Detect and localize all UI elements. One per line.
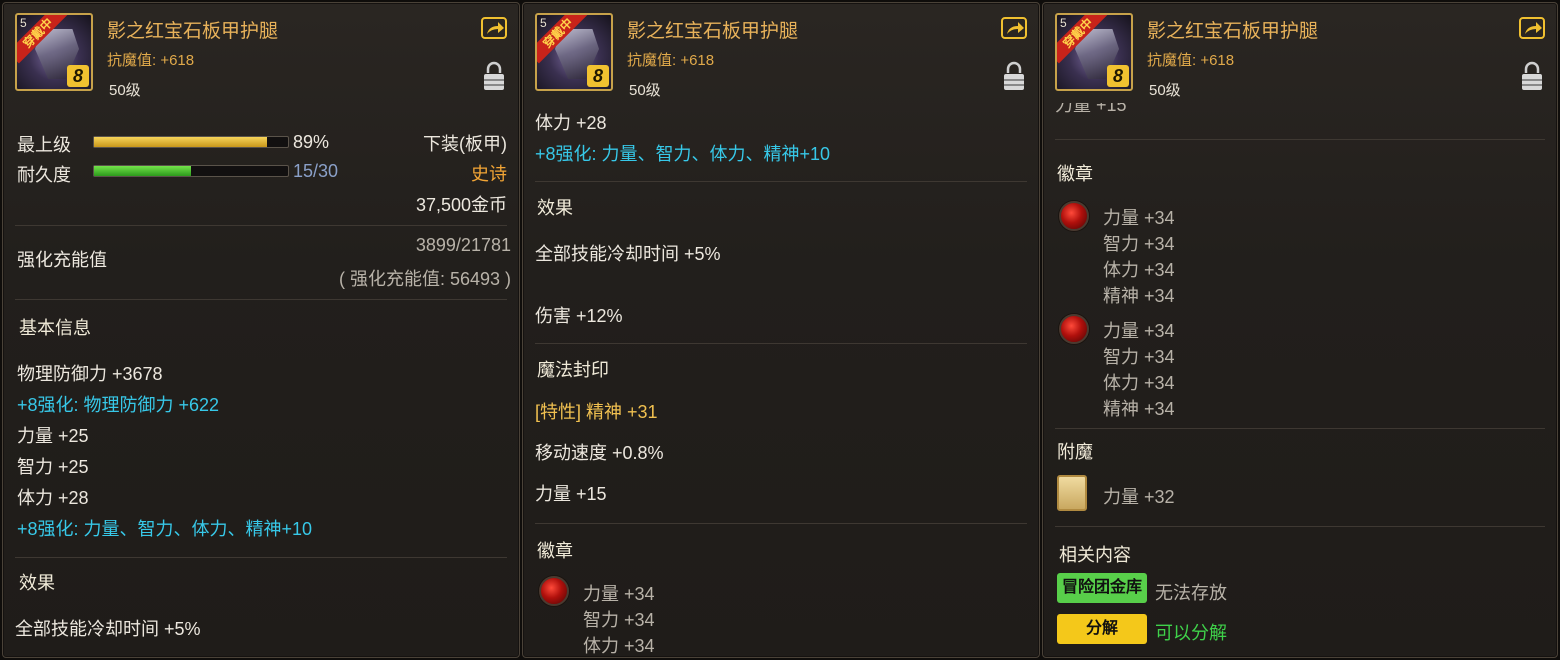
grade-label: 最上级 bbox=[17, 135, 71, 155]
charge-note: ( 强化充能值: 56493 ) bbox=[338, 269, 511, 289]
item-header: 穿戴中 5 8 影之红宝石板甲护腿 抗魔值: +618 50级 bbox=[3, 3, 519, 103]
durability-label: 耐久度 bbox=[17, 165, 71, 185]
divider bbox=[15, 299, 507, 300]
price: 37,500金币 bbox=[415, 195, 507, 215]
phys-def: 物理防御力 +3678 bbox=[17, 364, 163, 384]
enchant-title: 附魔 bbox=[1057, 442, 1093, 462]
item-resist: 抗魔值: +618 bbox=[627, 52, 715, 69]
enh-stats: +8强化: 力量、智力、体力、精神+10 bbox=[535, 144, 831, 164]
enchant-stat: 力量 +32 bbox=[1103, 487, 1175, 507]
disassemble-button[interactable]: 分解 bbox=[1057, 614, 1147, 644]
rarity: 史诗 bbox=[471, 164, 507, 184]
item-header: 穿戴中 5 8 影之红宝石板甲护腿 抗魔值: +618 50级 bbox=[523, 3, 1039, 103]
thumb-level: 5 bbox=[1060, 16, 1067, 30]
emblem-stat: 精神 +34 bbox=[1103, 399, 1175, 419]
scrolled-clip: 力量 +15 bbox=[1043, 103, 1557, 123]
magic-seal-title: 魔法封印 bbox=[537, 360, 609, 380]
emblem-title: 徽章 bbox=[1057, 164, 1093, 184]
divider bbox=[15, 225, 507, 226]
thumb-level: 5 bbox=[20, 16, 27, 30]
stat-vit: 体力 +28 bbox=[535, 113, 607, 133]
enhance-badge: 8 bbox=[1107, 65, 1129, 87]
grade-bar bbox=[93, 136, 289, 148]
slot-type: 下装(板甲) bbox=[423, 134, 507, 154]
item-icon[interactable]: 穿戴中 5 8 bbox=[535, 13, 613, 91]
red-emblem-icon[interactable] bbox=[1059, 314, 1089, 344]
lock-icon[interactable] bbox=[1521, 61, 1543, 91]
divider bbox=[1055, 139, 1545, 140]
item-resist: 抗魔值: +618 bbox=[1147, 52, 1235, 69]
item-header: 穿戴中 5 8 影之红宝石板甲护腿 抗魔值: +618 50级 bbox=[1043, 3, 1557, 103]
seal-trait: [特性] 精神 +31 bbox=[535, 402, 658, 422]
enh-stats: +8强化: 力量、智力、体力、精神+10 bbox=[17, 519, 313, 539]
charge-label: 强化充能值 bbox=[17, 250, 107, 270]
item-level: 50级 bbox=[629, 82, 661, 99]
item-resist: 抗魔值: +618 bbox=[107, 52, 195, 69]
emblem-stat: 精神 +34 bbox=[1103, 286, 1175, 306]
emblem-stat: 力量 +34 bbox=[1103, 321, 1175, 341]
emblem-stat: 智力 +34 bbox=[1103, 347, 1175, 367]
cooldown-effect: 全部技能冷却时间 +5% bbox=[535, 244, 721, 264]
grade-percent: 89% bbox=[293, 132, 330, 152]
divider bbox=[15, 557, 507, 558]
cooldown-effect: 全部技能冷却时间 +5% bbox=[15, 619, 201, 639]
damage-effect: 伤害 +12% bbox=[535, 306, 623, 326]
durability-value: 15/30 bbox=[293, 161, 339, 181]
emblem-stat: 力量 +34 bbox=[1103, 208, 1175, 228]
share-icon[interactable] bbox=[1519, 17, 1545, 39]
red-emblem-icon[interactable] bbox=[539, 576, 569, 606]
item-name: 影之红宝石板甲护腿 bbox=[627, 21, 799, 42]
enhance-badge: 8 bbox=[67, 65, 89, 87]
lock-icon[interactable] bbox=[1003, 61, 1025, 91]
seal-move-speed: 移动速度 +0.8% bbox=[535, 443, 664, 463]
lock-icon[interactable] bbox=[483, 61, 505, 91]
item-icon[interactable]: 穿戴中 5 8 bbox=[1055, 13, 1133, 91]
enchant-card-icon[interactable] bbox=[1057, 475, 1087, 511]
emblem-stat: 智力 +34 bbox=[1103, 234, 1175, 254]
stat-vit: 体力 +28 bbox=[17, 488, 89, 508]
enh-phys-def: +8强化: 物理防御力 +622 bbox=[17, 395, 220, 415]
share-icon[interactable] bbox=[1001, 17, 1027, 39]
item-icon[interactable]: 穿戴中 5 8 bbox=[15, 13, 93, 91]
red-emblem-icon[interactable] bbox=[1059, 201, 1089, 231]
stat-int: 智力 +25 bbox=[17, 457, 89, 477]
share-icon[interactable] bbox=[481, 17, 507, 39]
seal-str: 力量 +15 bbox=[535, 484, 607, 504]
item-tooltip-panel-1: 穿戴中 5 8 影之红宝石板甲护腿 抗魔值: +618 50级 最上级 89% … bbox=[2, 2, 520, 658]
effect-title: 效果 bbox=[537, 198, 573, 218]
enhance-badge: 8 bbox=[587, 65, 609, 87]
emblem-stat: 体力 +34 bbox=[1103, 260, 1175, 280]
vault-status: 无法存放 bbox=[1155, 583, 1227, 603]
emblem-stat: 体力 +34 bbox=[583, 636, 655, 656]
thumb-level: 5 bbox=[540, 16, 547, 30]
emblem-title: 徽章 bbox=[537, 541, 573, 561]
basic-info-title: 基本信息 bbox=[19, 318, 91, 338]
item-name: 影之红宝石板甲护腿 bbox=[107, 21, 279, 42]
charge-value: 3899/21781 bbox=[415, 235, 511, 255]
divider bbox=[1055, 428, 1545, 429]
partial-stat: 力量 +15 bbox=[1055, 103, 1127, 115]
related-title: 相关内容 bbox=[1059, 545, 1131, 565]
item-name: 影之红宝石板甲护腿 bbox=[1147, 21, 1319, 42]
durability-bar bbox=[93, 165, 289, 177]
item-level: 50级 bbox=[1149, 82, 1181, 99]
divider bbox=[535, 523, 1027, 524]
item-tooltip-panel-3: 穿戴中 5 8 影之红宝石板甲护腿 抗魔值: +618 50级 力量 +15 徽… bbox=[1042, 2, 1558, 658]
effect-title: 效果 bbox=[19, 573, 55, 593]
stat-str: 力量 +25 bbox=[17, 426, 89, 446]
item-level: 50级 bbox=[109, 82, 141, 99]
disassemble-status: 可以分解 bbox=[1155, 623, 1227, 643]
emblem-stat: 力量 +34 bbox=[583, 584, 655, 604]
divider bbox=[1055, 526, 1545, 527]
emblem-stat: 体力 +34 bbox=[1103, 373, 1175, 393]
item-tooltip-panel-2: 穿戴中 5 8 影之红宝石板甲护腿 抗魔值: +618 50级 体力 +28 +… bbox=[522, 2, 1040, 658]
vault-tag: 冒险团金库 bbox=[1057, 573, 1147, 603]
emblem-stat: 智力 +34 bbox=[583, 610, 655, 630]
divider bbox=[535, 181, 1027, 182]
divider bbox=[535, 343, 1027, 344]
